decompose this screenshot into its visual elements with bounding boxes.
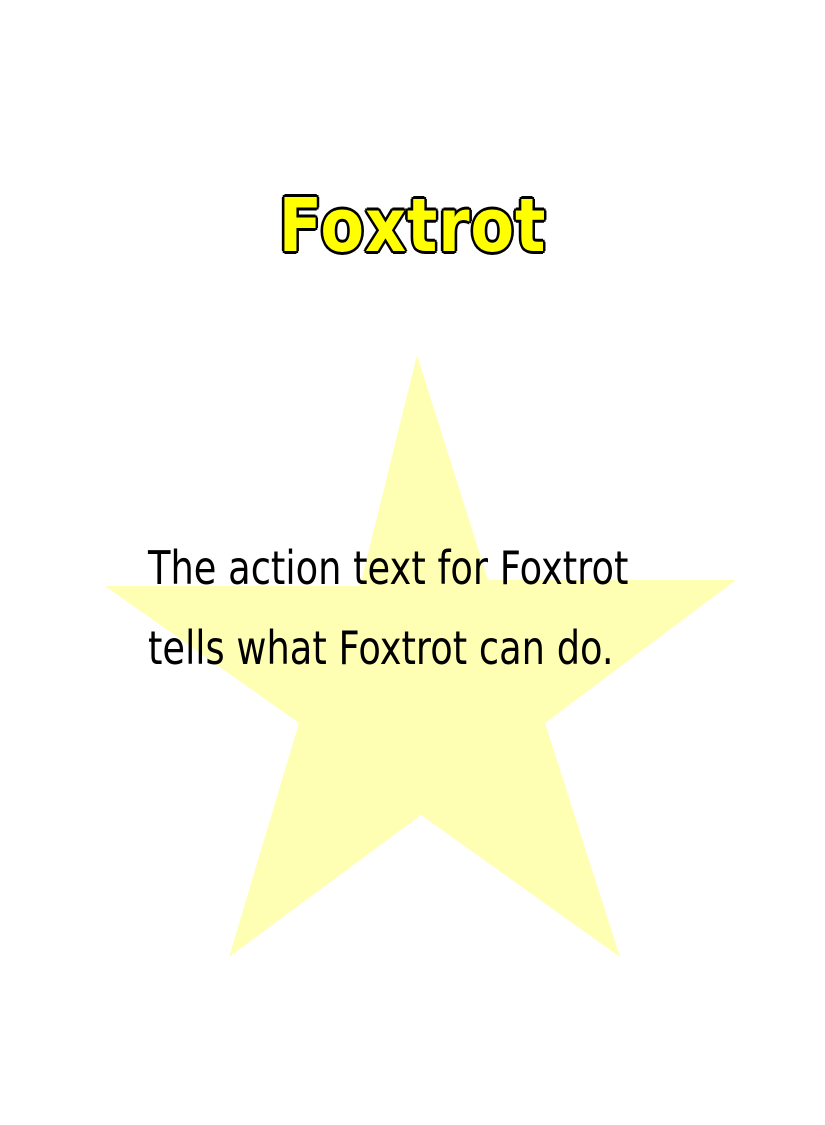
game-card: Foxtrot The action text for Foxtrot tell… <box>0 0 825 1125</box>
action-text: The action text for Foxtrot tells what F… <box>148 528 629 688</box>
action-text-line-1: The action text for Foxtrot <box>148 541 629 595</box>
card-title: Foxtrot <box>278 182 547 270</box>
action-text-line-2: tells what Foxtrot can do. <box>148 621 614 675</box>
